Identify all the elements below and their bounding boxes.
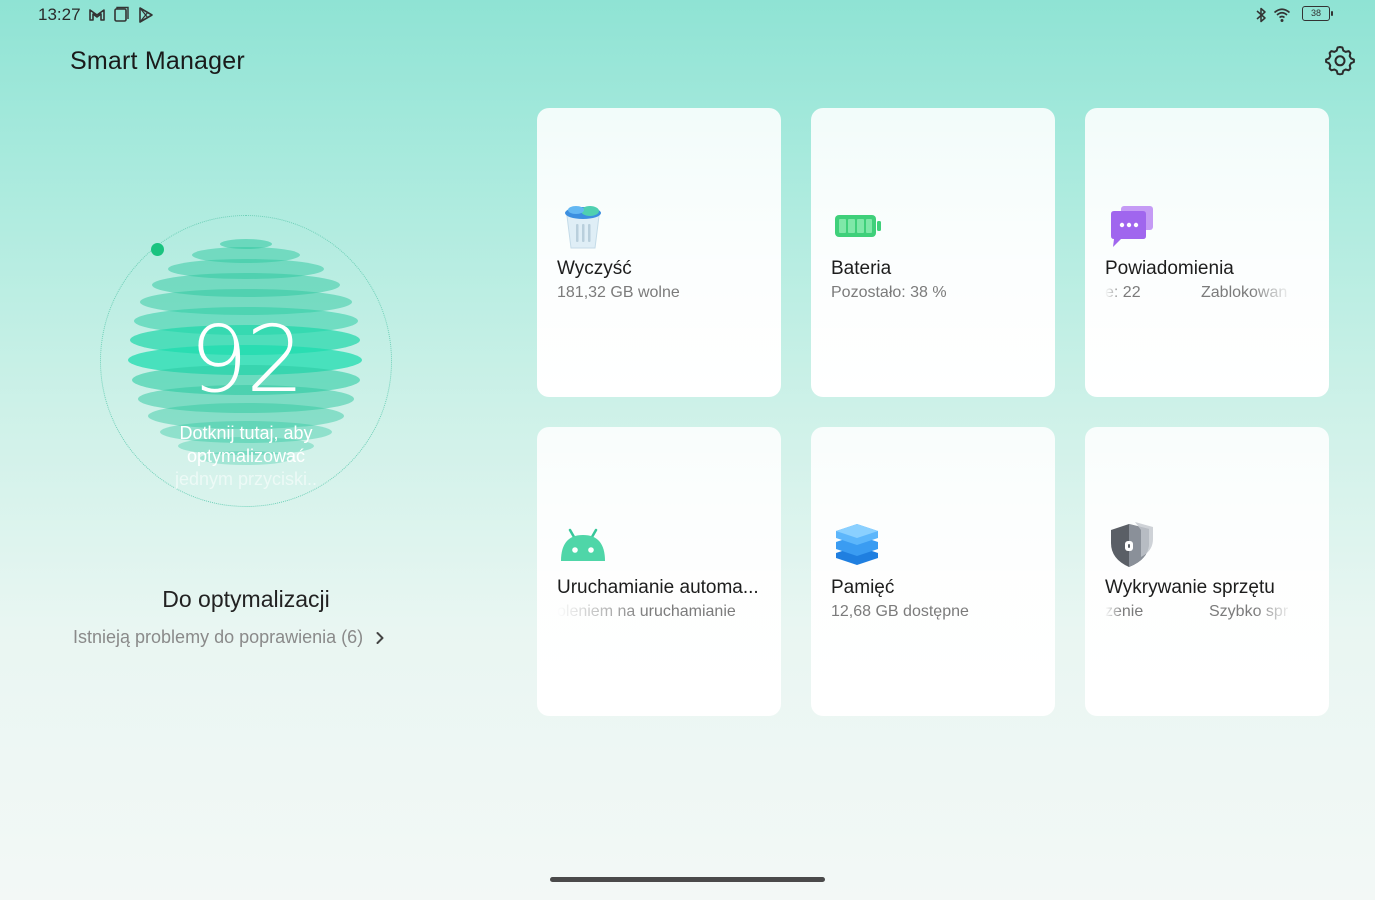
shield-icon [1111,522,1153,567]
card-battery[interactable]: Bateria Pozostało: 38 % [811,108,1055,397]
card-title: Uruchamianie automa... [557,577,759,598]
home-gesture-bar[interactable] [550,877,825,882]
card-title: Wyczyść [557,258,632,279]
status-bar: 13:27 38 [0,0,1375,30]
android-icon [561,528,605,561]
score-hint-line-3: jednym przyciski.. [174,469,318,489]
play-store-icon [139,7,153,23]
card-clean[interactable]: Wyczyść 181,32 GB wolne [537,108,781,397]
battery-icon [835,215,881,237]
card-title: Bateria [831,258,892,279]
card-notifications[interactable]: Powiadomienia e: 22 Zablokowan [1085,108,1329,397]
card-subtitle-secondary: Szybko spr [1209,603,1289,620]
chevron-right-icon [376,631,384,644]
optimization-title: Do optymalizacji [162,586,330,612]
page-title: Smart Manager [70,47,245,75]
card-title: Powiadomienia [1105,258,1234,279]
tablet-icon [114,6,129,22]
card-title: Wykrywanie sprzętu [1105,577,1275,598]
score-hint: Dotknij tutaj, aby optymalizować jednym … [146,422,346,491]
card-subtitle: e: 22 [1105,284,1141,301]
gmail-icon [89,9,105,21]
problems-link[interactable]: Istnieją problemy do poprawienia (6) [73,627,385,648]
memory-layers-icon [836,524,878,565]
score-hint-line-2: optymalizować [186,446,306,466]
card-subtitle: Pozostało: 38 % [831,284,947,301]
battery-icon: 38 [1302,6,1333,21]
score-value: 92 [189,306,304,413]
wifi-icon [1273,8,1291,22]
card-subtitle-secondary: Zablokowan [1201,284,1288,301]
card-title: Pamięć [831,577,895,598]
card-subtitle: oleniem na uruchamianie [557,603,736,620]
message-icon [1111,206,1153,247]
optimize-score-button[interactable]: 92 Dotknij tutaj, aby optymalizować jedn… [100,215,392,507]
score-hint-line-1: Dotknij tutaj, aby [179,423,313,443]
card-subtitle: zenie [1105,603,1144,620]
gear-icon[interactable] [1324,45,1356,77]
problems-link-label: Istnieją problemy do poprawienia (6) [73,627,364,647]
card-subtitle: 12,68 GB dostępne [831,603,969,620]
bluetooth-icon [1256,7,1266,23]
card-autostart[interactable]: Uruchamianie automa... oleniem na urucha… [537,427,781,716]
trash-icon [565,206,601,249]
card-subtitle: 181,32 GB wolne [557,284,680,301]
card-hardware-check[interactable]: Wykrywanie sprzętu zenie Szybko spr [1085,427,1329,716]
card-memory[interactable]: Pamięć 12,68 GB dostępne [811,427,1055,716]
progress-dot [151,243,164,256]
status-time: 13:27 [38,5,81,24]
